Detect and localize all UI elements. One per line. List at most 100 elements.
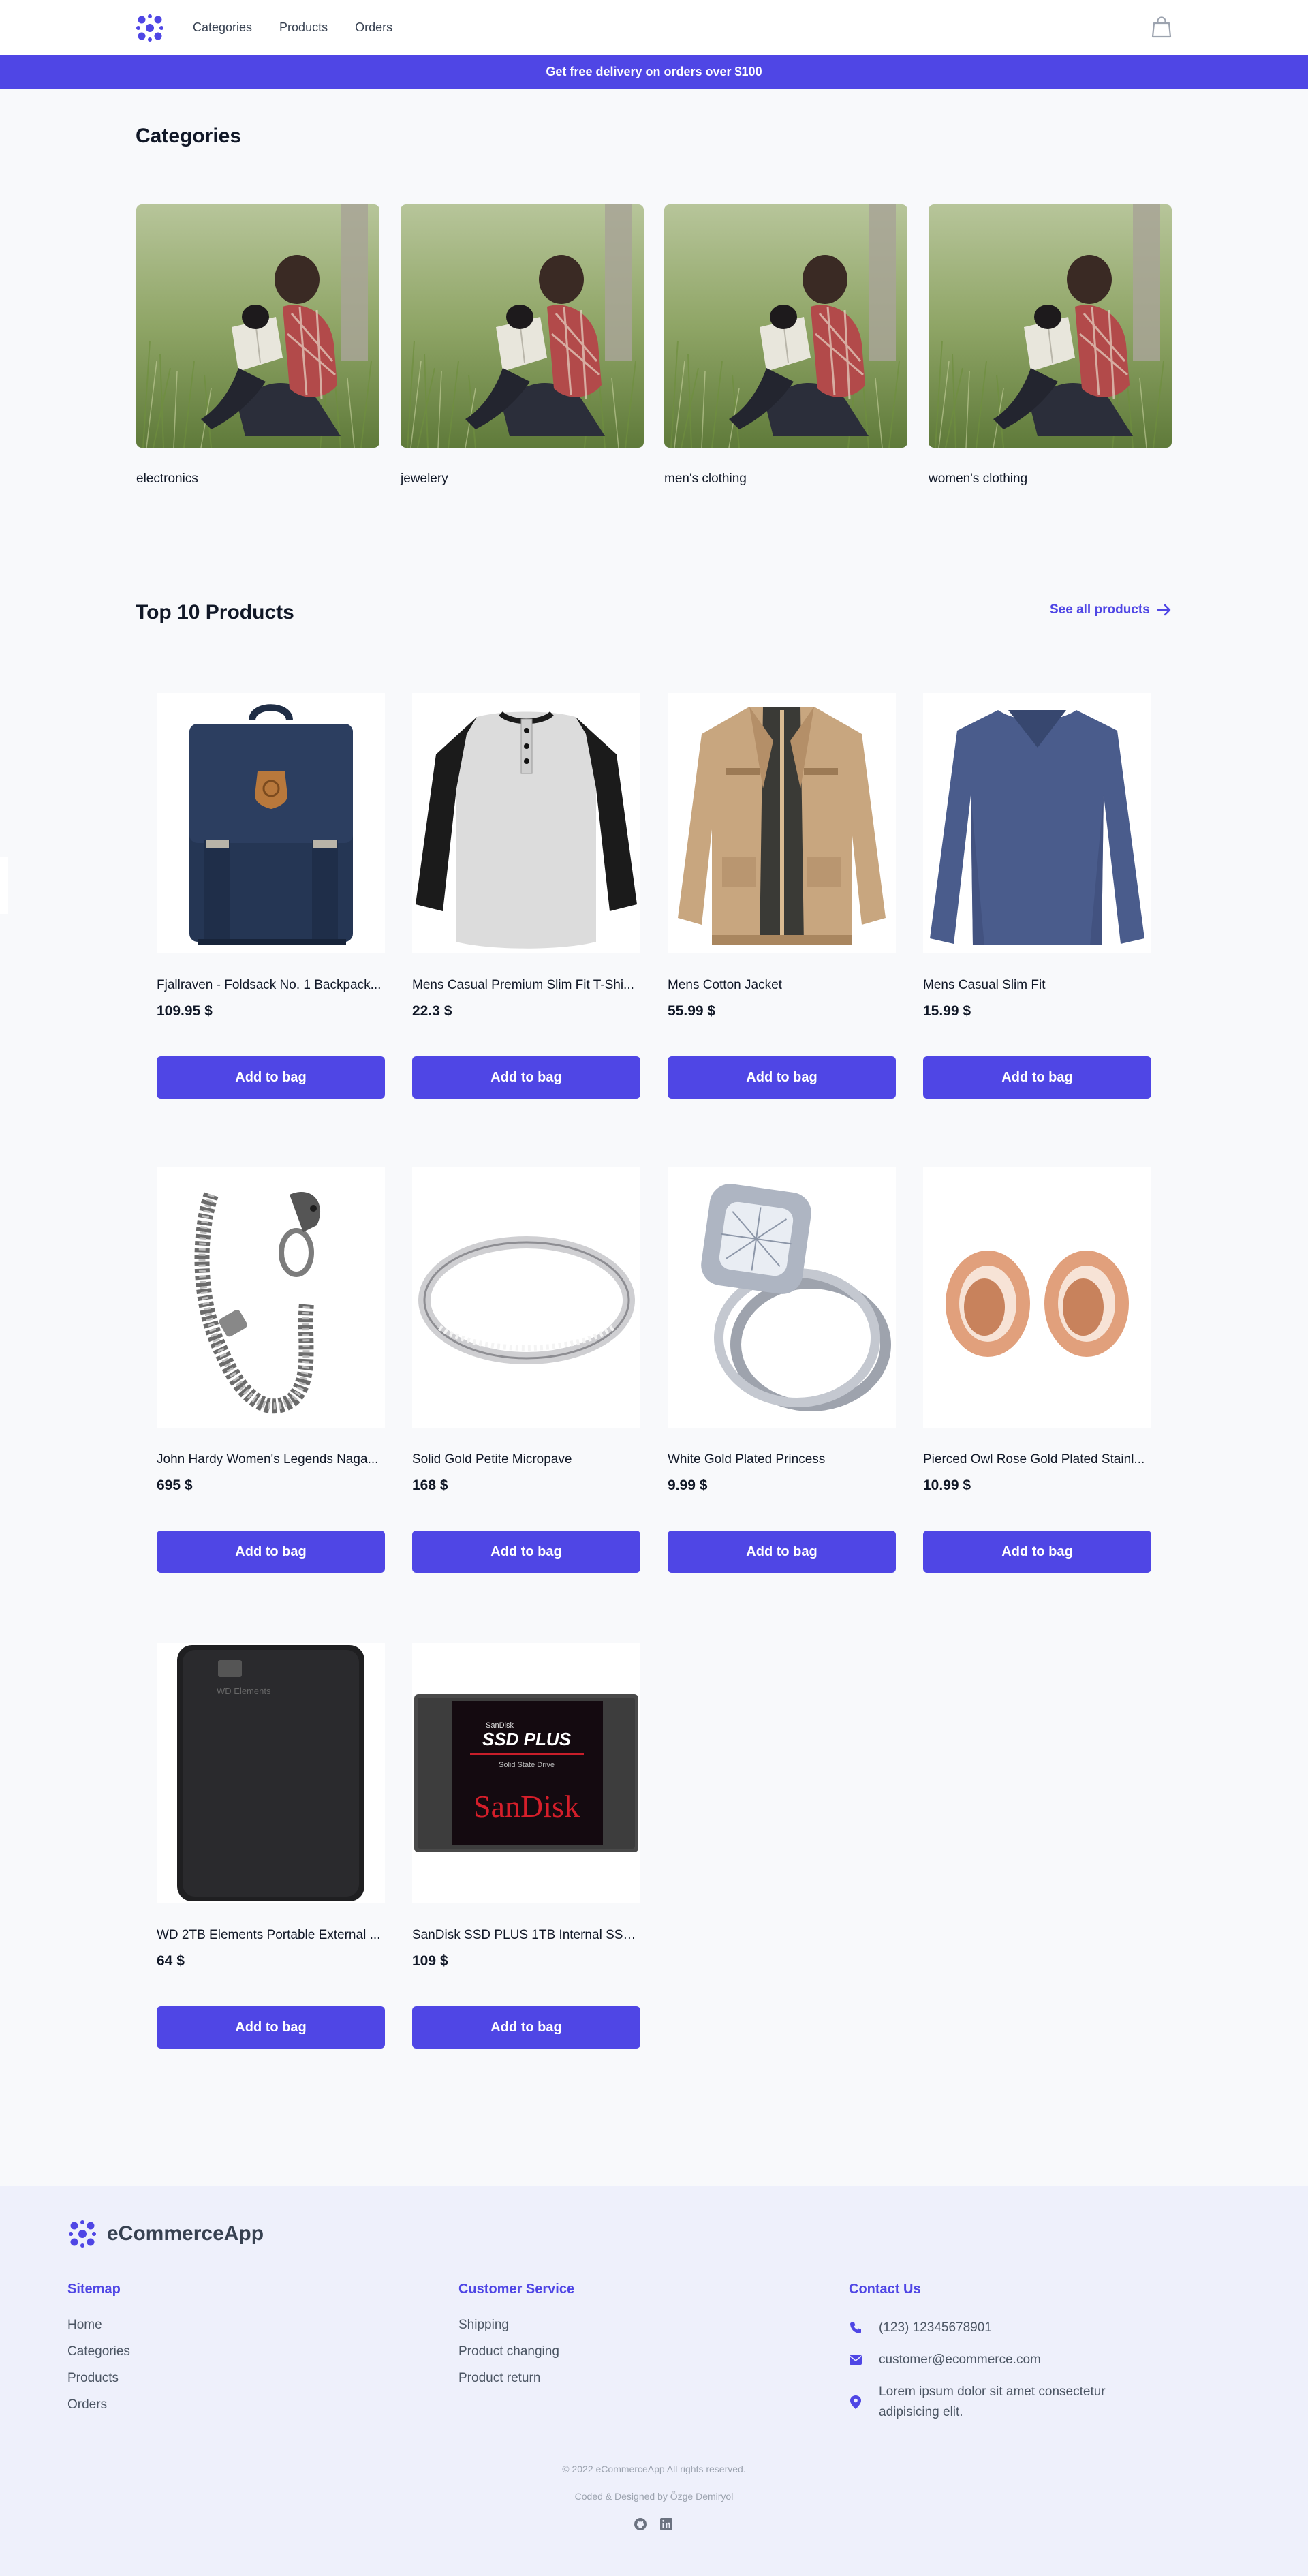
footer-contact: Contact Us (123) 12345678901 customer@ec… xyxy=(849,2282,1106,2434)
add-to-bag-button[interactable]: Add to bag xyxy=(157,2006,385,2049)
product-price: 55.99 $ xyxy=(668,1003,716,1019)
product-name[interactable]: Solid Gold Petite Micropave xyxy=(412,1452,640,1467)
products-title: Top 10 Products xyxy=(136,601,294,624)
product-price: 109 $ xyxy=(412,1953,448,1969)
footer-brand[interactable]: eCommerceApp xyxy=(67,2219,264,2249)
address-line-1: Lorem ipsum dolor sit amet consectetur xyxy=(879,2385,1106,2399)
add-to-bag-button[interactable]: Add to bag xyxy=(668,1056,896,1099)
add-to-bag-button[interactable]: Add to bag xyxy=(157,1056,385,1099)
product-price: 15.99 $ xyxy=(923,1003,971,1019)
product-card[interactable]: Mens Cotton Jacket 55.99 $ Add to bag xyxy=(668,693,896,1099)
product-name[interactable]: Mens Casual Premium Slim Fit T-Shi... xyxy=(412,978,640,993)
category-card[interactable]: electronics xyxy=(136,204,379,486)
category-card[interactable]: men's clothing xyxy=(664,204,907,486)
category-label: jewelery xyxy=(401,472,448,486)
product-price: 9.99 $ xyxy=(668,1477,708,1493)
product-card[interactable]: Solid Gold Petite Micropave 168 $ Add to… xyxy=(412,1167,640,1573)
product-price: 10.99 $ xyxy=(923,1477,971,1493)
category-image[interactable] xyxy=(664,204,907,448)
footer-brand-name: eCommerceApp xyxy=(107,2222,264,2245)
product-image[interactable] xyxy=(668,1167,896,1428)
add-to-bag-button[interactable]: Add to bag xyxy=(923,1056,1151,1099)
product-name[interactable]: White Gold Plated Princess xyxy=(668,1452,896,1467)
linkedin-icon[interactable] xyxy=(659,2517,673,2531)
product-image[interactable] xyxy=(923,1167,1151,1428)
product-image[interactable] xyxy=(157,693,385,953)
product-card[interactable]: Fjallraven - Foldsack No. 1 Backpack... … xyxy=(157,693,385,1099)
category-image[interactable] xyxy=(401,204,644,448)
envelope-icon xyxy=(849,2350,862,2370)
ssd-brand-label: SanDisk xyxy=(473,1789,580,1824)
promo-banner: Get free delivery on orders over $100 xyxy=(0,55,1308,89)
product-image[interactable] xyxy=(412,1167,640,1428)
category-label: men's clothing xyxy=(664,472,747,486)
sitemap-link-orders[interactable]: Orders xyxy=(67,2397,130,2412)
nav-link-categories[interactable]: Categories xyxy=(193,20,252,35)
product-name[interactable]: Mens Cotton Jacket xyxy=(668,978,896,993)
github-icon[interactable] xyxy=(634,2517,647,2531)
product-name[interactable]: SanDisk SSD PLUS 1TB Internal SSD ... xyxy=(412,1928,640,1943)
product-name[interactable]: John Hardy Women's Legends Naga... xyxy=(157,1452,385,1467)
address-line-2: adipisicing elit. xyxy=(879,2405,963,2419)
product-price: 109.95 $ xyxy=(157,1003,213,1019)
service-link-shipping[interactable]: Shipping xyxy=(458,2318,574,2333)
nav-link-orders[interactable]: Orders xyxy=(355,20,392,35)
product-card[interactable]: White Gold Plated Princess 9.99 $ Add to… xyxy=(668,1167,896,1573)
sitemap-link-home[interactable]: Home xyxy=(67,2318,130,2333)
add-to-bag-button[interactable]: Add to bag xyxy=(157,1531,385,1573)
see-all-label: See all products xyxy=(1050,602,1150,617)
product-card[interactable]: John Hardy Women's Legends Naga... 695 $… xyxy=(157,1167,385,1573)
service-link-product-return[interactable]: Product return xyxy=(458,2371,574,2386)
product-card[interactable]: Mens Casual Slim Fit 15.99 $ Add to bag xyxy=(923,693,1151,1099)
product-name[interactable]: Mens Casual Slim Fit xyxy=(923,978,1151,993)
nav-links: Categories Products Orders xyxy=(193,0,392,55)
footer: eCommerceApp Sitemap Home Categories Pro… xyxy=(0,2186,1308,2576)
cluster-logo-icon[interactable] xyxy=(135,13,165,43)
nav-link-products[interactable]: Products xyxy=(279,20,328,35)
side-tab xyxy=(0,857,8,914)
category-card[interactable]: jewelery xyxy=(401,204,644,486)
sitemap-link-products[interactable]: Products xyxy=(67,2371,130,2386)
shopping-bag-icon[interactable] xyxy=(1151,16,1172,38)
product-card[interactable]: SanDisk SSD PLUS Solid State Drive SanDi… xyxy=(412,1643,640,2049)
product-name[interactable]: Fjallraven - Foldsack No. 1 Backpack... xyxy=(157,978,385,993)
product-image[interactable] xyxy=(923,693,1151,953)
contact-phone-text: (123) 12345678901 xyxy=(879,2320,992,2335)
category-image[interactable] xyxy=(929,204,1172,448)
product-image[interactable] xyxy=(157,1167,385,1428)
categories-title: Categories xyxy=(136,125,242,147)
product-card[interactable]: WD Elements WD 2TB Elements Portable Ext… xyxy=(157,1643,385,2049)
product-image[interactable]: WD Elements xyxy=(157,1643,385,1903)
product-card[interactable]: Pierced Owl Rose Gold Plated Stainl... 1… xyxy=(923,1167,1151,1573)
arrow-right-icon xyxy=(1157,604,1170,616)
product-image[interactable]: SanDisk SSD PLUS Solid State Drive SanDi… xyxy=(412,1643,640,1903)
product-name[interactable]: WD 2TB Elements Portable External ... xyxy=(157,1928,385,1943)
product-name[interactable]: Pierced Owl Rose Gold Plated Stainl... xyxy=(923,1452,1151,1467)
category-image[interactable] xyxy=(136,204,379,448)
add-to-bag-button[interactable]: Add to bag xyxy=(412,1056,640,1099)
contact-email-text: customer@ecommerce.com xyxy=(879,2352,1041,2367)
product-image[interactable] xyxy=(412,693,640,953)
social-links xyxy=(634,2517,673,2531)
add-to-bag-button[interactable]: Add to bag xyxy=(412,1531,640,1573)
ssd-sub-label: Solid State Drive xyxy=(499,1761,555,1769)
contact-address: Lorem ipsum dolor sit amet consectetur a… xyxy=(849,2382,1106,2423)
ssd-title-label: SSD PLUS xyxy=(482,1729,572,1749)
sitemap-link-categories[interactable]: Categories xyxy=(67,2344,130,2359)
contact-phone: (123) 12345678901 xyxy=(849,2318,1106,2338)
product-price: 695 $ xyxy=(157,1477,193,1493)
product-card[interactable]: Mens Casual Premium Slim Fit T-Shi... 22… xyxy=(412,693,640,1099)
product-price: 22.3 $ xyxy=(412,1003,452,1019)
add-to-bag-button[interactable]: Add to bag xyxy=(668,1531,896,1573)
see-all-products-link[interactable]: See all products xyxy=(1050,602,1172,617)
category-card[interactable]: women's clothing xyxy=(929,204,1172,486)
add-to-bag-button[interactable]: Add to bag xyxy=(923,1531,1151,1573)
contact-title: Contact Us xyxy=(849,2282,921,2297)
add-to-bag-button[interactable]: Add to bag xyxy=(412,2006,640,2049)
device-label: WD Elements xyxy=(217,1686,271,1696)
location-pin-icon xyxy=(849,2382,862,2423)
service-link-product-changing[interactable]: Product changing xyxy=(458,2344,574,2359)
category-label: women's clothing xyxy=(929,472,1028,486)
product-image[interactable] xyxy=(668,693,896,953)
category-label: electronics xyxy=(136,472,198,486)
